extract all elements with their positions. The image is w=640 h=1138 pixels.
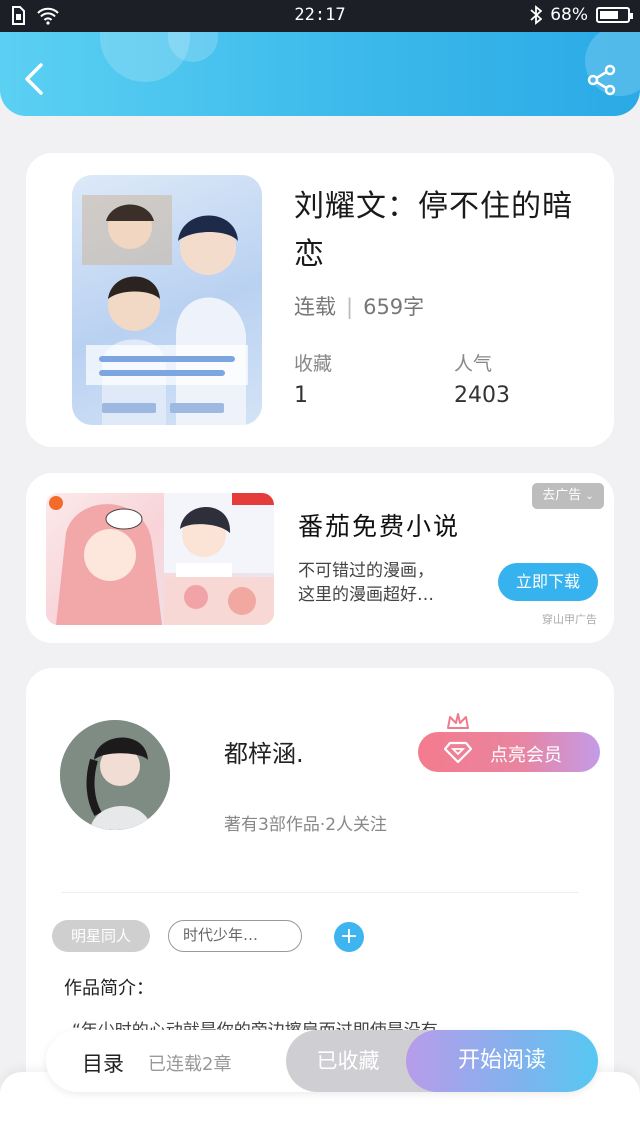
- vip-label: 点亮会员: [490, 745, 562, 766]
- author-info: 著有3部作品·2人关注: [224, 815, 388, 835]
- bottom-action-bar: 目录 已连载2章 已收藏 开始阅读: [46, 1030, 598, 1092]
- toc-count: 已连载2章: [148, 1054, 232, 1075]
- book-info-card: 刘耀文：停不住的暗恋 连载 | 659字 收藏 1 人气 2403: [26, 153, 614, 447]
- chevron-left-icon: [25, 63, 43, 95]
- divider: [62, 892, 578, 893]
- ad-title: 番茄免费小说: [298, 512, 461, 541]
- ad-desc-line-2: 这里的漫画超好…: [298, 585, 434, 605]
- battery-percent: 68%: [550, 5, 588, 25]
- ad-desc-line-1: 不可错过的漫画，: [298, 561, 434, 581]
- ad-card[interactable]: 番茄免费小说 不可错过的漫画， 这里的漫画超好… 去广告 ⌄ 立即下载 穿山甲广…: [26, 473, 614, 643]
- header: [0, 32, 640, 116]
- popularity-value: 2403: [454, 383, 510, 408]
- remove-ad-label: 去广告: [542, 488, 582, 503]
- chevron-down-icon: ⌄: [585, 491, 594, 502]
- share-icon: [587, 64, 616, 96]
- book-status-line: 连载 | 659字: [294, 295, 425, 319]
- cover-illustration: [82, 195, 248, 425]
- intro-label: 作品简介：: [64, 978, 154, 999]
- toc-button[interactable]: 目录: [82, 1048, 124, 1078]
- book-status: 连载: [294, 295, 336, 319]
- tag-item[interactable]: 明星同人: [52, 920, 150, 952]
- plus-icon: +: [339, 924, 359, 949]
- book-word-count: 659字: [363, 295, 425, 319]
- author-name[interactable]: 都梓涵.: [224, 734, 304, 769]
- popularity-label: 人气: [454, 353, 493, 375]
- download-button[interactable]: 立即下载: [498, 563, 598, 601]
- ad-illustration: [49, 493, 274, 625]
- collect-value: 1: [294, 383, 308, 408]
- collected-label: 已收藏: [316, 1049, 380, 1073]
- remove-ad-button[interactable]: 去广告 ⌄: [532, 483, 604, 509]
- bluetooth-icon: [530, 5, 543, 25]
- tag-item[interactable]: 时代少年…: [168, 920, 302, 952]
- crown-icon: [447, 713, 469, 729]
- back-button[interactable]: [20, 62, 50, 96]
- avatar-illustration: [60, 720, 170, 830]
- book-cover-image[interactable]: [72, 175, 262, 425]
- ad-description: 不可错过的漫画， 这里的漫画超好…: [298, 559, 434, 607]
- add-tag-button[interactable]: +: [334, 922, 364, 952]
- status-right: 68%: [530, 5, 633, 25]
- book-title: 刘耀文：停不住的暗恋: [294, 189, 573, 272]
- collect-label: 收藏: [294, 353, 333, 375]
- start-reading-button[interactable]: 开始阅读: [406, 1030, 598, 1092]
- status-bar: 22:17 68%: [0, 0, 640, 32]
- ad-image[interactable]: [46, 493, 274, 625]
- author-avatar[interactable]: [60, 720, 170, 830]
- diamond-icon: [444, 741, 472, 763]
- vip-button[interactable]: 点亮会员: [418, 732, 600, 772]
- share-button[interactable]: [586, 64, 618, 96]
- battery-icon: [596, 7, 633, 23]
- battery-level: [600, 11, 618, 19]
- ad-source-label: 穿山甲广告: [542, 613, 597, 626]
